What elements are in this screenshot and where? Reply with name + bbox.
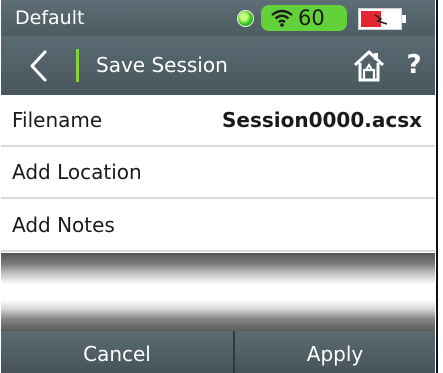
back-chevron-icon [30,50,47,82]
filename-label: Filename [12,108,103,132]
list-end-shadow [1,253,435,331]
filename-row[interactable]: Filename Session0000.acsx [1,95,435,147]
wifi-status: 60 [261,5,347,31]
add-notes-row[interactable]: Add Notes [1,200,435,252]
wifi-signal-value: 60 [298,6,325,30]
filename-value: Session0000.acsx [221,108,422,132]
home-icon [353,50,385,82]
wifi-icon [271,9,293,27]
help-button[interactable]: ? [401,47,427,83]
battery-charging-icon [358,8,406,30]
charging-plug-icon [374,14,388,25]
status-bar: Default 60 [1,0,435,36]
action-bar: Cancel Apply [1,331,435,373]
save-session-screen: Default 60 Save Session ? Filename Sessi… [1,0,435,373]
add-location-label: Add Location [12,160,142,184]
add-notes-label: Add Notes [12,213,115,237]
cancel-button[interactable]: Cancel [1,331,233,373]
title-bar: Save Session ? [1,36,435,95]
status-indicator-icon [237,10,254,27]
page-title: Save Session [96,53,228,77]
back-button[interactable] [25,48,55,84]
profile-name: Default [15,7,85,29]
apply-button[interactable]: Apply [235,331,435,373]
home-button[interactable] [351,47,387,83]
add-location-row[interactable]: Add Location [1,147,435,199]
title-divider [76,49,79,82]
frame-edge [436,0,438,373]
